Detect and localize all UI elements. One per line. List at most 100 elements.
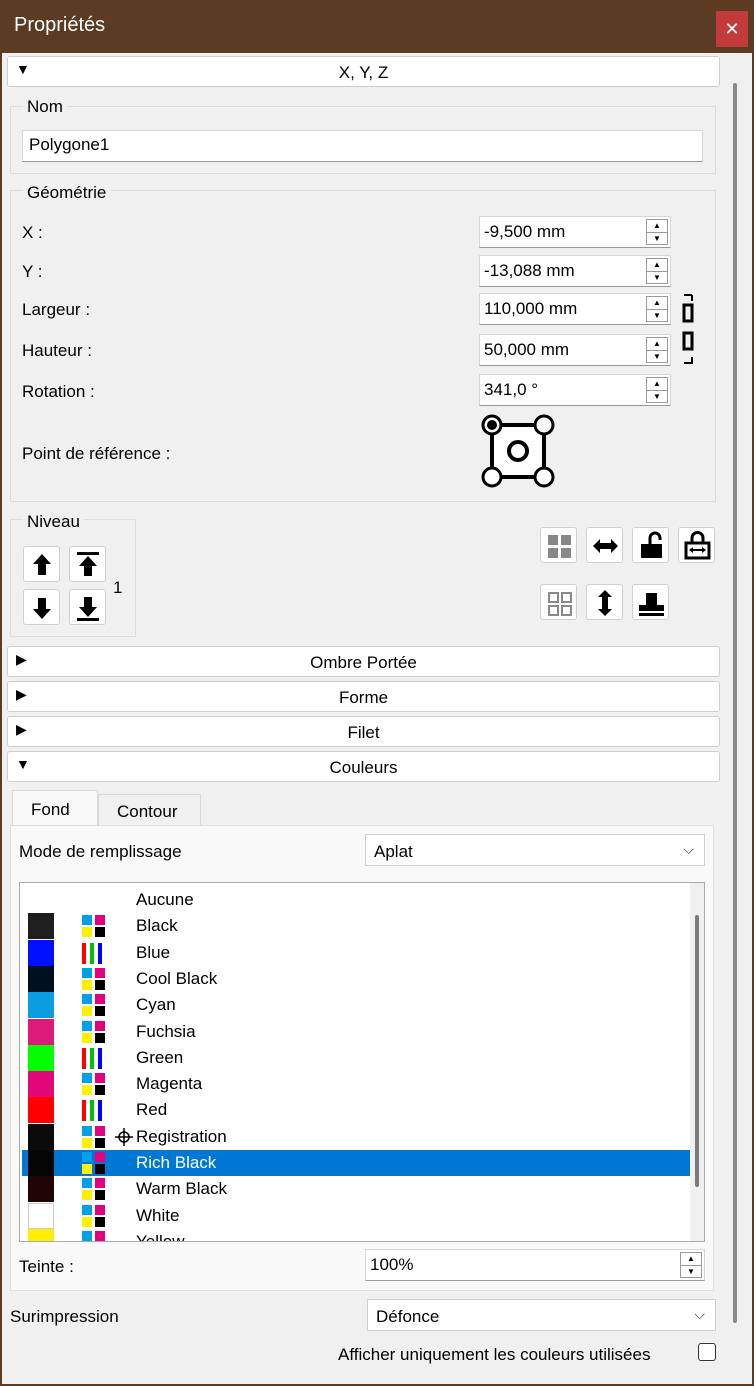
- spin-down-icon[interactable]: ▼: [647, 310, 667, 322]
- lock-button[interactable]: [632, 527, 669, 563]
- color-list-item[interactable]: Magenta: [22, 1071, 704, 1098]
- lock-size-button[interactable]: [678, 527, 715, 563]
- group-button[interactable]: [540, 527, 577, 563]
- cmyk-model-icon: [80, 1020, 108, 1044]
- section-colors-label: Couleurs: [329, 758, 398, 777]
- tint-spin-arrows[interactable]: ▲ ▼: [680, 1252, 702, 1278]
- flip-horizontal-button[interactable]: [586, 527, 623, 563]
- color-list-item[interactable]: Yellow: [22, 1228, 704, 1241]
- color-list-item[interactable]: Red: [22, 1097, 704, 1124]
- printable-button[interactable]: [632, 584, 669, 620]
- color-name: Fuchsia: [136, 1021, 196, 1041]
- close-button[interactable]: ✕: [716, 11, 748, 47]
- rgb-model-icon: [80, 1098, 108, 1122]
- x-spin-arrows[interactable]: ▲ ▼: [646, 219, 668, 245]
- spin-down-icon[interactable]: ▼: [647, 351, 667, 363]
- color-swatch: [28, 992, 54, 1019]
- panel-scrollbar-thumb[interactable]: [733, 83, 737, 1323]
- y-value: -13,088 mm: [484, 261, 575, 280]
- color-list-item[interactable]: Cool Black: [22, 965, 704, 992]
- section-xyz-label: X, Y, Z: [338, 63, 389, 82]
- flip-vertical-button[interactable]: [586, 584, 623, 620]
- raise-to-top-button[interactable]: [69, 546, 106, 582]
- cmyk-model-icon: [80, 1072, 108, 1096]
- color-list-item[interactable]: Black: [22, 913, 704, 940]
- rgb-model-icon: [80, 941, 108, 965]
- raise-level-button[interactable]: [23, 546, 60, 582]
- color-list-item[interactable]: Aucune: [22, 887, 704, 913]
- tab-fond[interactable]: Fond: [12, 790, 98, 826]
- section-shadow-label: Ombre Portée: [310, 653, 417, 672]
- color-swatch: [28, 1123, 54, 1150]
- spin-down-icon[interactable]: ▼: [647, 233, 667, 245]
- y-spin-arrows[interactable]: ▲ ▼: [646, 258, 668, 284]
- spin-up-icon[interactable]: ▲: [647, 378, 667, 390]
- section-line-header[interactable]: ▶ Filet: [7, 716, 720, 747]
- ungroup-button[interactable]: [540, 584, 577, 620]
- color-list-item[interactable]: Registration: [22, 1123, 704, 1150]
- lower-to-bottom-button[interactable]: [69, 589, 106, 625]
- lower-level-button[interactable]: [23, 589, 60, 625]
- width-spin-arrows[interactable]: ▲ ▼: [646, 296, 668, 322]
- height-spin-arrows[interactable]: ▲ ▼: [646, 337, 668, 363]
- spin-up-icon[interactable]: ▲: [647, 338, 667, 350]
- color-list-item[interactable]: White: [22, 1202, 704, 1229]
- cmyk-model-icon: [80, 1177, 108, 1201]
- geometry-group-label: Géométrie: [23, 183, 111, 203]
- fill-mode-dropdown[interactable]: Aplat ⌵: [365, 834, 705, 866]
- section-shadow-header[interactable]: ▶ Ombre Portée: [7, 646, 720, 677]
- x-spinbox[interactable]: -9,500 mm ▲ ▼: [479, 216, 671, 248]
- color-list-item[interactable]: Blue: [22, 939, 704, 966]
- section-colors-header[interactable]: ▼ Couleurs: [7, 751, 720, 782]
- color-list-scrollbar[interactable]: [690, 883, 704, 1241]
- rotation-label: Rotation :: [22, 382, 95, 401]
- spin-down-icon[interactable]: ▼: [647, 272, 667, 284]
- cmyk-model-icon: [80, 967, 108, 991]
- section-shape-header[interactable]: ▶ Forme: [7, 681, 720, 712]
- group-icon: [548, 535, 571, 558]
- height-label: Hauteur :: [22, 341, 92, 360]
- color-swatch: [28, 1150, 54, 1176]
- overprint-label: Surimpression: [10, 1307, 119, 1326]
- show-used-colors-checkbox[interactable]: [698, 1343, 716, 1361]
- section-xyz-header[interactable]: ▼ X, Y, Z: [7, 56, 720, 87]
- spin-up-icon[interactable]: ▲: [647, 259, 667, 271]
- spin-up-icon[interactable]: ▲: [647, 220, 667, 232]
- reference-point-selector-icon[interactable]: [480, 413, 556, 491]
- name-group-label: Nom: [23, 97, 67, 117]
- cmyk-model-icon: [80, 1151, 108, 1175]
- color-name: Cyan: [136, 995, 176, 1015]
- color-list-item[interactable]: Rich Black: [22, 1150, 704, 1176]
- y-spinbox[interactable]: -13,088 mm ▲ ▼: [479, 255, 671, 287]
- color-list-item[interactable]: Cyan: [22, 992, 704, 1019]
- tab-contour[interactable]: Contour: [98, 794, 201, 826]
- color-list[interactable]: Aucune Black Blue Cool Black Cyan Fuchsia Gree…: [19, 882, 705, 1242]
- rotation-spin-arrows[interactable]: ▲ ▼: [646, 377, 668, 403]
- color-swatch: [28, 913, 54, 940]
- tint-spinbox[interactable]: 100% ▲ ▼: [365, 1249, 705, 1281]
- color-name: Warm Black: [136, 1179, 227, 1199]
- color-list-item[interactable]: Warm Black: [22, 1176, 704, 1203]
- show-used-colors-label: Afficher uniquement les couleurs utilisé…: [338, 1345, 651, 1364]
- arrow-up-icon: [33, 554, 51, 575]
- rotation-spinbox[interactable]: 341,0 ° ▲ ▼: [479, 374, 671, 406]
- overprint-dropdown[interactable]: Défonce ⌵: [367, 1299, 716, 1331]
- color-list-item[interactable]: Green: [22, 1044, 704, 1071]
- link-proportions-icon[interactable]: [680, 293, 696, 365]
- panel-scrollbar[interactable]: [731, 83, 739, 1373]
- spin-up-icon[interactable]: ▲: [681, 1253, 701, 1265]
- width-spinbox[interactable]: 110,000 mm ▲ ▼: [479, 293, 671, 325]
- spin-down-icon[interactable]: ▼: [681, 1266, 701, 1278]
- color-name: White: [136, 1205, 180, 1225]
- scrollbar-thumb[interactable]: [695, 915, 699, 1187]
- color-swatch: [28, 1018, 54, 1045]
- name-input[interactable]: Polygone1: [22, 130, 703, 162]
- arrow-down-icon: [33, 598, 51, 619]
- color-name: Registration: [136, 1126, 227, 1146]
- spin-up-icon[interactable]: ▲: [647, 297, 667, 309]
- color-list-item[interactable]: Fuchsia: [22, 1018, 704, 1045]
- height-spinbox[interactable]: 50,000 mm ▲ ▼: [479, 334, 671, 366]
- spin-down-icon[interactable]: ▼: [647, 391, 667, 403]
- arrow-to-bottom-icon: [77, 597, 99, 621]
- color-name: Aucune: [136, 890, 194, 909]
